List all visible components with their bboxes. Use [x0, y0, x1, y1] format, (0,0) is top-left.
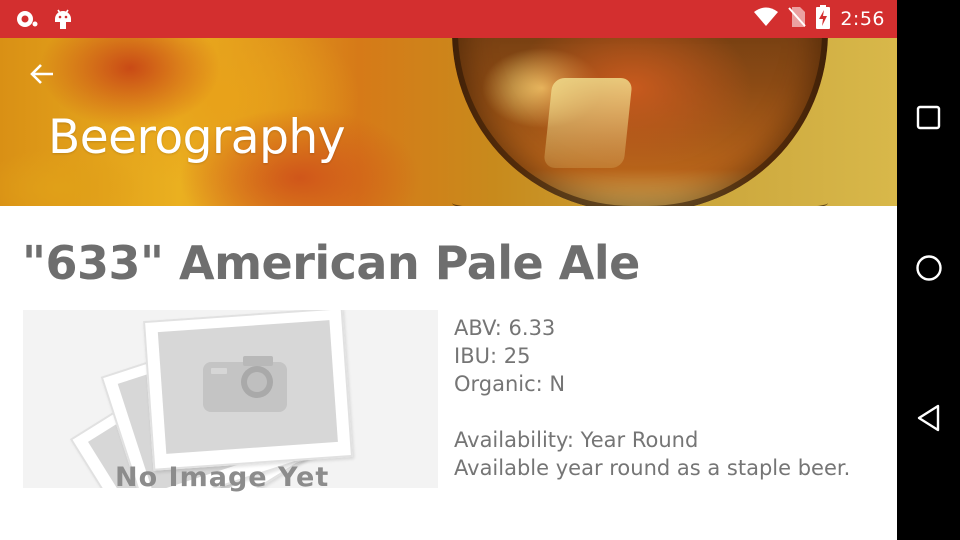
wifi-icon — [754, 7, 779, 32]
status-bar: 2:56 — [0, 0, 897, 38]
system-back-button[interactable] — [897, 390, 960, 450]
ibu-text: IBU: 25 — [454, 344, 531, 368]
status-time: 2:56 — [840, 8, 885, 30]
recents-button[interactable] — [897, 90, 960, 150]
app-title: Beerography — [48, 110, 346, 165]
organic-text: Organic: N — [454, 372, 566, 396]
no-image-yet-label: No Image Yet — [115, 462, 330, 493]
no-sim-icon — [788, 6, 807, 33]
beer-glass-image — [452, 38, 828, 206]
notification-dot-icon — [14, 7, 40, 36]
app-bar-header-image: Beerography — [0, 38, 897, 206]
recents-square-icon — [916, 105, 942, 136]
home-button[interactable] — [897, 240, 960, 300]
status-bar-left-icons — [14, 7, 74, 36]
glass-rim — [452, 188, 828, 206]
navigation-bar — [897, 0, 960, 540]
beer-name-heading: "633" American Pale Ale — [22, 236, 640, 290]
abv-text: ABV: 6.33 — [454, 316, 556, 340]
glass-highlight — [543, 78, 633, 168]
camera-icon — [183, 354, 303, 419]
back-triangle-icon — [915, 403, 943, 438]
availability-description: Available year round as a staple beer. — [454, 456, 851, 480]
android-debug-icon — [52, 7, 74, 36]
status-bar-right: 2:56 — [754, 0, 885, 38]
beer-details: ABV: 6.33 IBU: 25 Organic: N Availabilit… — [454, 314, 850, 482]
battery-charging-icon — [816, 4, 831, 34]
back-button[interactable] — [22, 56, 62, 96]
home-circle-icon — [914, 253, 944, 288]
arrow-back-icon — [29, 62, 55, 91]
availability-text: Availability: Year Round — [454, 428, 699, 452]
